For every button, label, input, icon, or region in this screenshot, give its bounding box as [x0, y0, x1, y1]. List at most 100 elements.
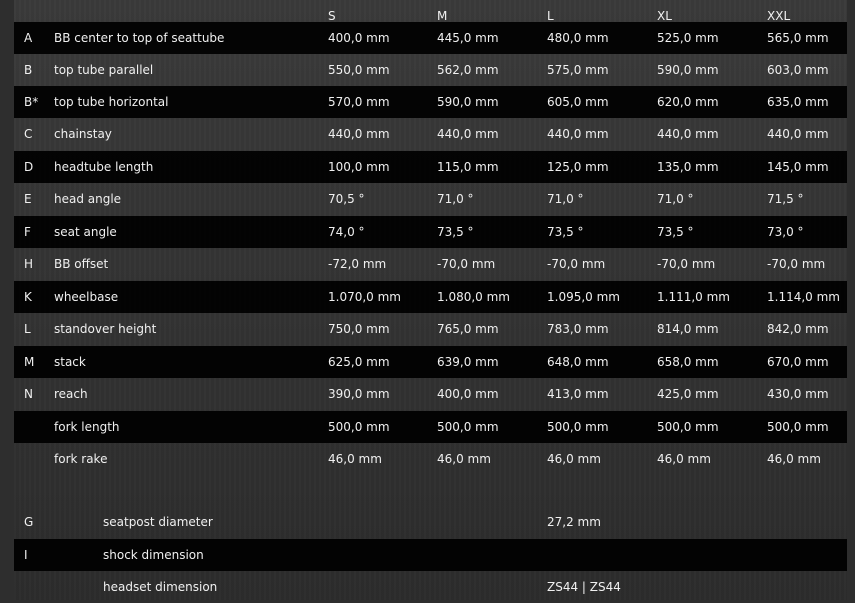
row-label: headtube length — [54, 160, 154, 174]
value-l: 440,0 mm — [547, 127, 609, 141]
value-xxl: 71,5 ° — [767, 192, 804, 206]
row-letter: E — [24, 192, 32, 206]
row-letter: G — [24, 515, 34, 529]
value-l: 125,0 mm — [547, 160, 609, 174]
value-xl: 71,0 ° — [657, 192, 694, 206]
value-xl: 1.111,0 mm — [657, 290, 730, 304]
value-xl: -70,0 mm — [657, 257, 716, 271]
value-xxl: 842,0 mm — [767, 322, 829, 336]
row-letter: N — [24, 387, 33, 401]
row-letter: B — [24, 63, 33, 77]
value-m: 400,0 mm — [437, 387, 499, 401]
row-label: fork rake — [54, 452, 108, 466]
value-m: 562,0 mm — [437, 63, 499, 77]
table-row: C chainstay 440,0 mm 440,0 mm 440,0 mm 4… — [14, 118, 847, 150]
value-s: 100,0 mm — [328, 160, 390, 174]
table-row: fork length 500,0 mm 500,0 mm 500,0 mm 5… — [14, 411, 847, 443]
value-s: -72,0 mm — [328, 257, 387, 271]
table-row: headset dimension ZS44 | ZS44 — [14, 571, 847, 603]
value-l: 605,0 mm — [547, 95, 609, 109]
table-row: B top tube parallel 550,0 mm 562,0 mm 57… — [14, 54, 847, 86]
value-s: 750,0 mm — [328, 322, 390, 336]
row-label: seat angle — [54, 225, 117, 239]
value-m: 639,0 mm — [437, 355, 499, 369]
row-letter: I — [24, 548, 28, 562]
value-l: 648,0 mm — [547, 355, 609, 369]
table-row: N reach 390,0 mm 400,0 mm 413,0 mm 425,0… — [14, 378, 847, 410]
table-row: H BB offset -72,0 mm -70,0 mm -70,0 mm -… — [14, 248, 847, 280]
value-xl: 440,0 mm — [657, 127, 719, 141]
value-l: 73,5 ° — [547, 225, 584, 239]
table-row: A BB center to top of seattube 400,0 mm … — [14, 22, 847, 54]
row-label: head angle — [54, 192, 122, 206]
value-xxl: 46,0 mm — [767, 452, 821, 466]
value-s: 46,0 mm — [328, 452, 382, 466]
row-letter: L — [24, 322, 31, 336]
value-l: 46,0 mm — [547, 452, 601, 466]
value-s: 440,0 mm — [328, 127, 390, 141]
table-row: F seat angle 74,0 ° 73,5 ° 73,5 ° 73,5 °… — [14, 216, 847, 248]
table-row: E head angle 70,5 ° 71,0 ° 71,0 ° 71,0 °… — [14, 183, 847, 215]
row-letter: B* — [24, 95, 39, 109]
value-s: 390,0 mm — [328, 387, 390, 401]
row-label: BB center to top of seattube — [54, 31, 225, 45]
row-letter: D — [24, 160, 34, 174]
row-label: chainstay — [54, 127, 112, 141]
value-s: 570,0 mm — [328, 95, 390, 109]
value-m: 115,0 mm — [437, 160, 499, 174]
value-xxl: 430,0 mm — [767, 387, 829, 401]
value-xl: 814,0 mm — [657, 322, 719, 336]
row-label: wheelbase — [54, 290, 119, 304]
table-row: I shock dimension — [14, 539, 847, 571]
row-label: stack — [54, 355, 86, 369]
value-xl: 658,0 mm — [657, 355, 719, 369]
value-m: 73,5 ° — [437, 225, 474, 239]
value-xxl: 440,0 mm — [767, 127, 829, 141]
value-xxl: 635,0 mm — [767, 95, 829, 109]
table-row: fork rake 46,0 mm 46,0 mm 46,0 mm 46,0 m… — [14, 443, 847, 475]
geometry-table: S M L XL XXL A BB center to top of seatt… — [14, 0, 847, 600]
value-xxl: 565,0 mm — [767, 31, 829, 45]
row-label: seatpost diameter — [103, 515, 213, 529]
row-label: standover height — [54, 322, 157, 336]
value-xxl: 73,0 ° — [767, 225, 804, 239]
value-m: 590,0 mm — [437, 95, 499, 109]
value-l: 413,0 mm — [547, 387, 609, 401]
row-letter: A — [24, 31, 33, 45]
value-all-sizes: 27,2 mm — [547, 515, 601, 529]
value-xxl: 603,0 mm — [767, 63, 829, 77]
value-l: 575,0 mm — [547, 63, 609, 77]
row-letter: K — [24, 290, 32, 304]
row-label: reach — [54, 387, 88, 401]
value-xl: 46,0 mm — [657, 452, 711, 466]
value-s: 625,0 mm — [328, 355, 390, 369]
value-s: 1.070,0 mm — [328, 290, 401, 304]
table-row: M stack 625,0 mm 639,0 mm 648,0 mm 658,0… — [14, 346, 847, 378]
row-label: shock dimension — [103, 548, 204, 562]
value-m: -70,0 mm — [437, 257, 496, 271]
row-letter: F — [24, 225, 31, 239]
row-label: BB offset — [54, 257, 109, 271]
value-xl: 620,0 mm — [657, 95, 719, 109]
value-all-sizes: ZS44 | ZS44 — [547, 580, 621, 594]
value-m: 440,0 mm — [437, 127, 499, 141]
value-xxl: 145,0 mm — [767, 160, 829, 174]
table-row: L standover height 750,0 mm 765,0 mm 783… — [14, 313, 847, 345]
value-m: 765,0 mm — [437, 322, 499, 336]
value-l: -70,0 mm — [547, 257, 606, 271]
row-letter: H — [24, 257, 34, 271]
value-s: 70,5 ° — [328, 192, 365, 206]
value-l: 71,0 ° — [547, 192, 584, 206]
value-xl: 73,5 ° — [657, 225, 694, 239]
value-xxl: 1.114,0 mm — [767, 290, 840, 304]
value-s: 500,0 mm — [328, 420, 390, 434]
value-xl: 135,0 mm — [657, 160, 719, 174]
value-m: 71,0 ° — [437, 192, 474, 206]
table-row: D headtube length 100,0 mm 115,0 mm 125,… — [14, 151, 847, 183]
table-row: B* top tube horizontal 570,0 mm 590,0 mm… — [14, 86, 847, 118]
value-xl: 525,0 mm — [657, 31, 719, 45]
row-label: fork length — [54, 420, 120, 434]
value-m: 46,0 mm — [437, 452, 491, 466]
table-row: G seatpost diameter 27,2 mm — [14, 506, 847, 538]
value-l: 500,0 mm — [547, 420, 609, 434]
